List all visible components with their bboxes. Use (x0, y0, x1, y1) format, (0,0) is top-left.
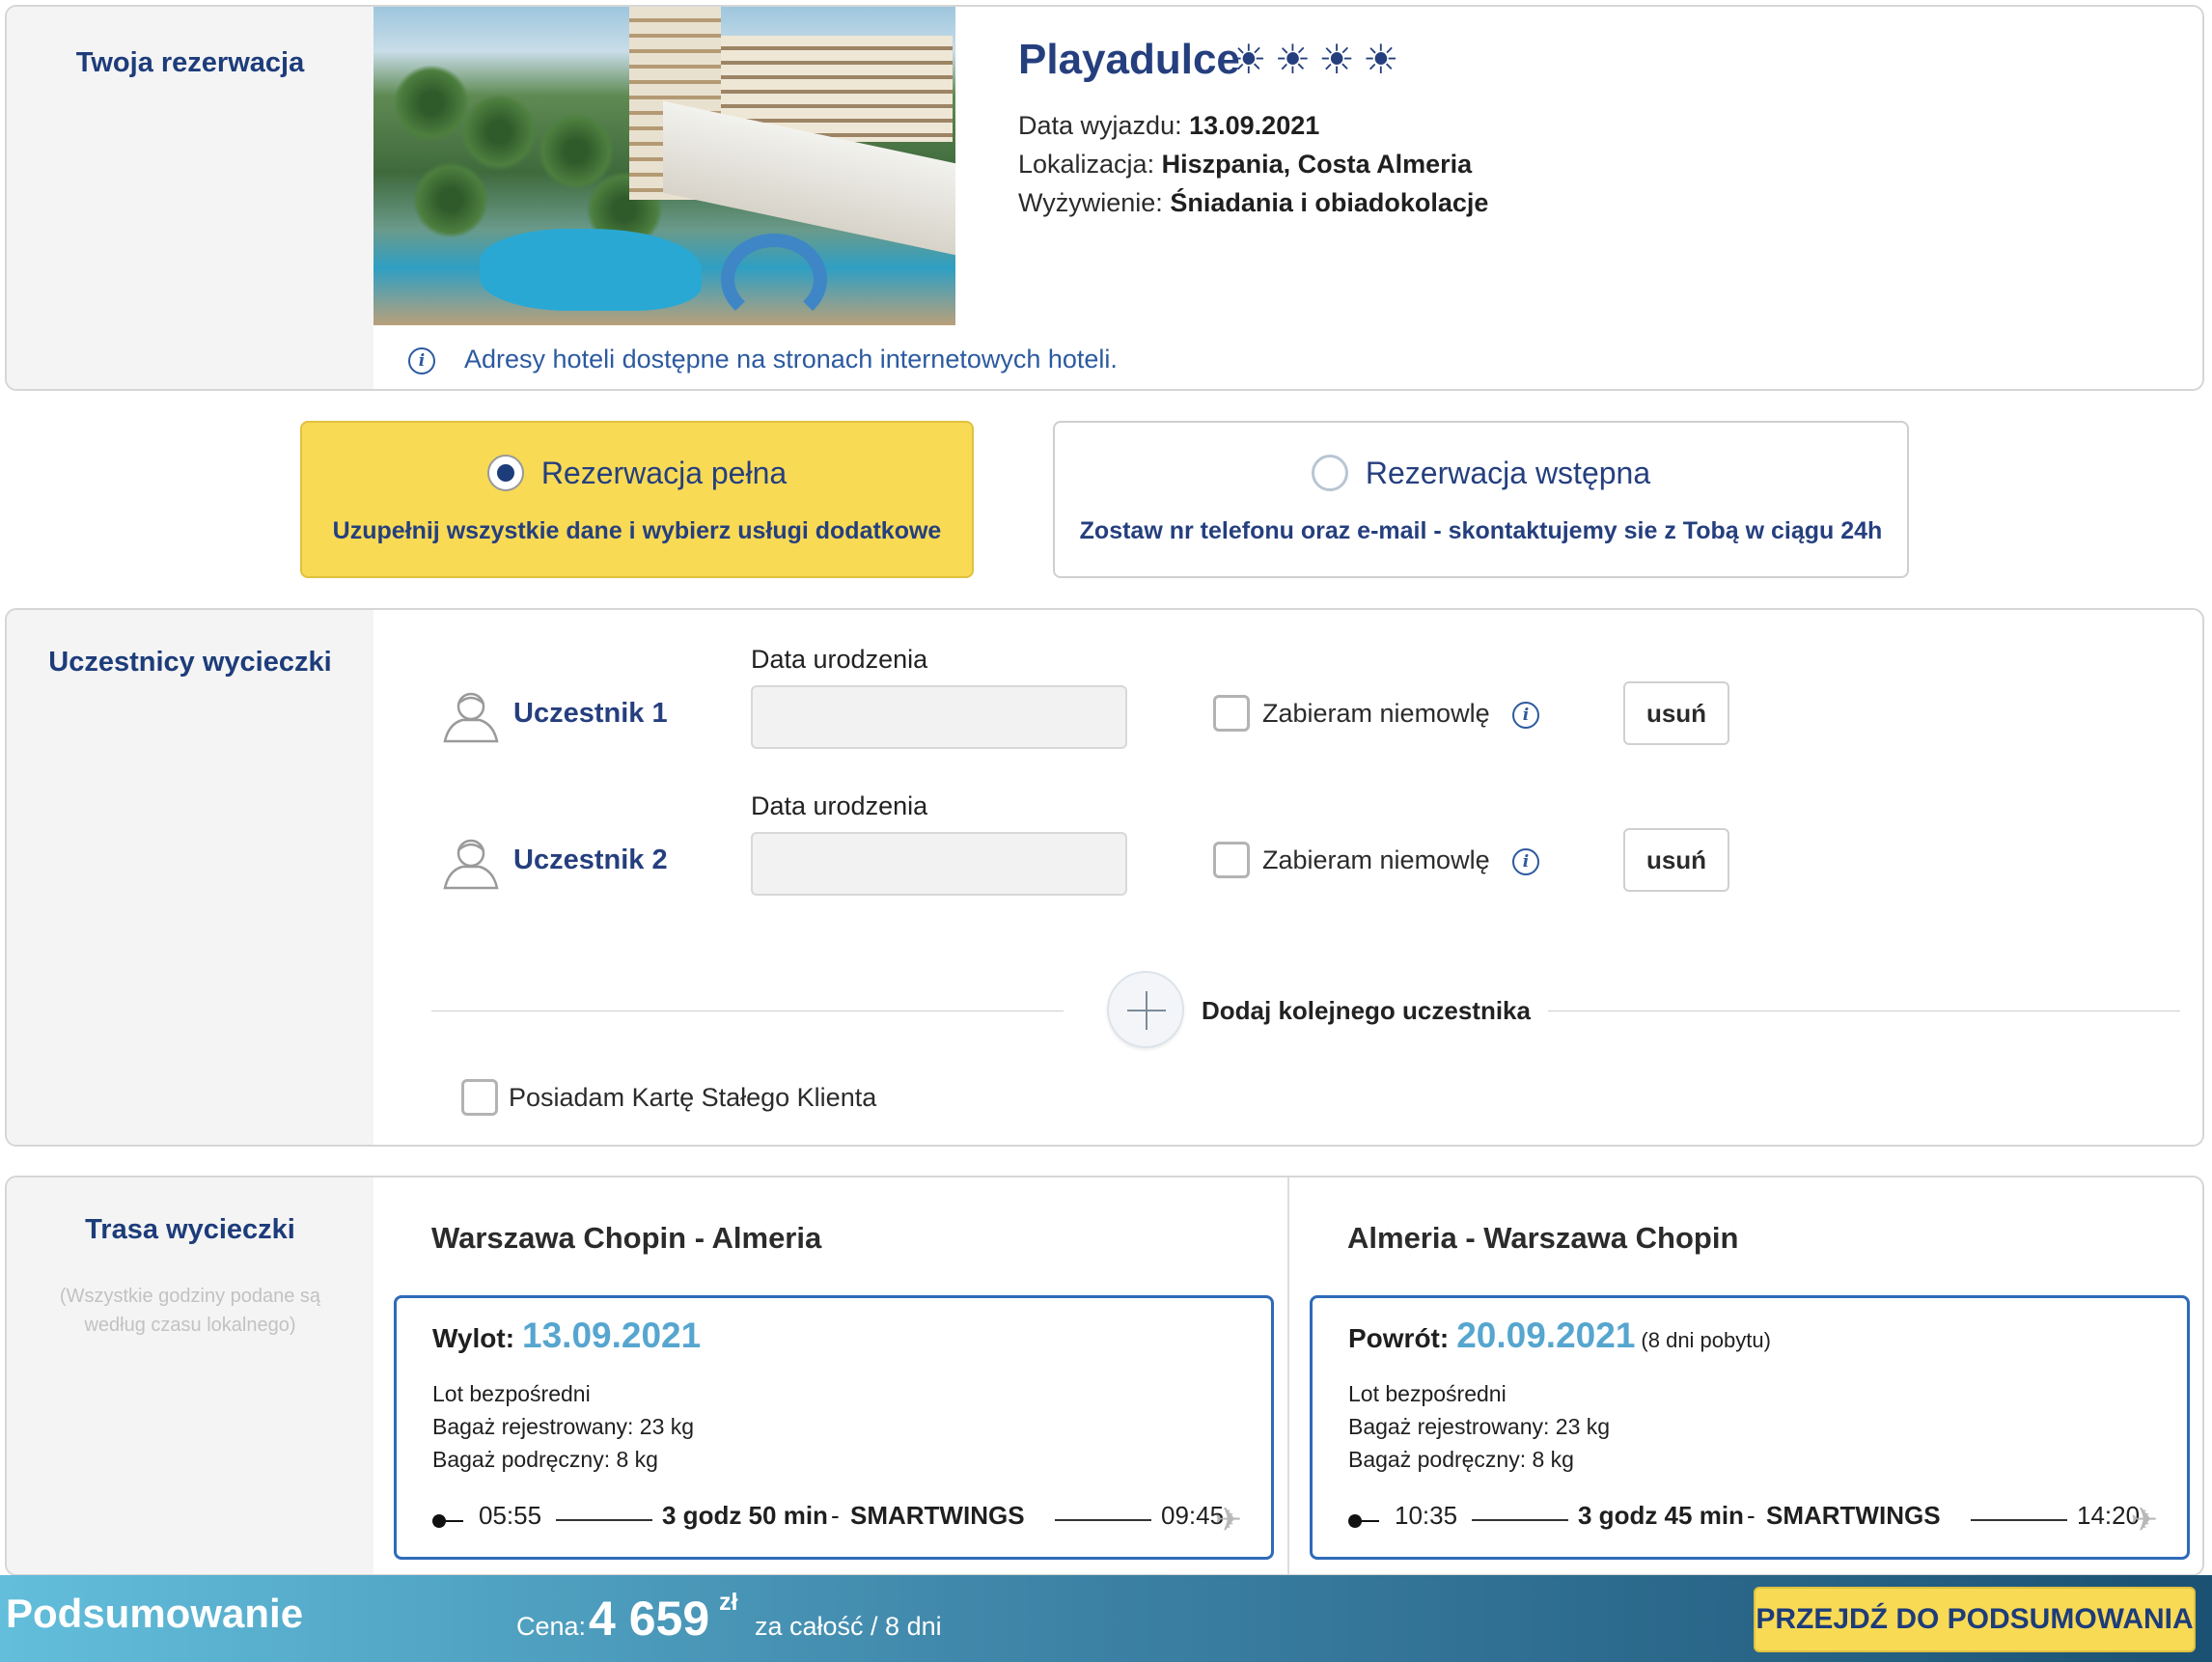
return-carrier: SMARTWINGS (1766, 1501, 1941, 1530)
return-stay-note: (8 dni pobytu) (1641, 1328, 1771, 1352)
outbound-separator: - (831, 1501, 840, 1530)
reservation-card: Twoja rezerwacja Playadulce ☀☀☀☀ Data wy… (5, 5, 2204, 391)
board-value: Śniadania i obiadokolacje (1170, 188, 1489, 217)
reservation-type-preliminary-description: Zostaw nr telefonu oraz e-mail - skontak… (1079, 517, 1883, 544)
participant-2-birth-date-input[interactable] (751, 832, 1127, 896)
reservation-type-preliminary-label: Rezerwacja wstępna (1365, 456, 1651, 490)
go-to-summary-button[interactable]: PRZEJDŹ DO PODSUMOWANIA (1754, 1587, 2196, 1652)
reservation-type-full-header: Rezerwacja pełna (302, 454, 972, 494)
return-duration: 3 godz 45 min (1578, 1501, 1744, 1530)
participant-1-infant-label: Zabieram niemowlę (1262, 699, 1490, 728)
return-checked-baggage: Bagaż rejestrowany: 23 kg (1348, 1414, 1611, 1439)
outbound-duration: 3 godz 50 min (662, 1501, 828, 1530)
reservation-type-full-option[interactable]: Rezerwacja pełna Uzupełnij wszystkie dan… (300, 421, 974, 578)
participants-sidebar: Uczestnicy wycieczki (7, 610, 373, 1145)
outbound-route-title: Warszawa Chopin - Almeria (431, 1221, 822, 1255)
outbound-hand-baggage: Bagaż podręczny: 8 kg (432, 1447, 658, 1472)
participant-1-remove-button[interactable]: usuń (1623, 681, 1729, 745)
outbound-checked-baggage: Bagaż rejestrowany: 23 kg (432, 1414, 695, 1439)
radio-unselected-icon[interactable] (1311, 454, 1348, 491)
outbound-kind-label: Wylot: (432, 1323, 515, 1353)
return-hand-baggage: Bagaż podręczny: 8 kg (1348, 1447, 1574, 1472)
participant-2-name: Uczestnik 2 (513, 845, 668, 875)
address-note: Adresy hoteli dostępne na stronach inter… (464, 345, 1118, 374)
return-dep-time: 10:35 (1395, 1501, 1458, 1530)
return-kind: Powrót: 20.09.2021 (8 dni pobytu) (1348, 1316, 1771, 1356)
return-flight-type: Lot bezpośredni (1348, 1381, 1507, 1406)
hotel-photo (373, 7, 955, 325)
add-participant-label[interactable]: Dodaj kolejnego uczestnika (1202, 996, 1531, 1026)
location-label: Lokalizacja: (1018, 150, 1155, 179)
route-sidebar: Trasa wycieczki (Wszystkie godziny podan… (7, 1177, 373, 1574)
timeline-line (556, 1519, 652, 1521)
participant-2-infant-checkbox[interactable] (1213, 842, 1250, 878)
participants-card: Uczestnicy wycieczki Uczestnik 1 Data ur… (5, 608, 2204, 1147)
radio-selected-icon[interactable] (486, 454, 524, 491)
info-icon[interactable]: i (1512, 702, 1539, 729)
loyalty-card-label: Posiadam Kartę Stałego Klienta (509, 1083, 877, 1112)
person-icon (443, 839, 499, 890)
hotel-rating-icon: ☀☀☀☀ (1230, 37, 1407, 82)
summary-title: Podsumowanie (6, 1591, 304, 1636)
participant-1-birth-date-input[interactable] (751, 685, 1127, 749)
participant-2-remove-button[interactable]: usuń (1623, 828, 1729, 892)
timeline-stub (1360, 1520, 1379, 1522)
board-line: Wyżywienie: Śniadania i obiadokolacje (1018, 188, 1488, 218)
route-section-title: Trasa wycieczki (85, 1214, 295, 1245)
reservation-type-preliminary-header: Rezerwacja wstępna (1055, 454, 1907, 494)
participant-1-name: Uczestnik 1 (513, 698, 668, 729)
location-value: Hiszpania, Costa Almeria (1161, 150, 1473, 179)
return-date: 20.09.2021 (1456, 1316, 1636, 1355)
price-note: za całość / 8 dni (755, 1612, 942, 1641)
outbound-date: 13.09.2021 (522, 1316, 702, 1355)
plane-icon: ✈ (2130, 1502, 2159, 1538)
return-route-title: Almeria - Warszawa Chopin (1347, 1221, 1739, 1255)
return-flight-box: Powrót: 20.09.2021 (8 dni pobytu) Lot bezp… (1310, 1295, 2190, 1560)
participant-1-birth-date-label: Data urodzenia (751, 645, 928, 674)
summary-bar: Podsumowanie Cena: 4 659 zł za całość / … (0, 1575, 2212, 1662)
participant-1-infant-checkbox[interactable] (1213, 695, 1250, 732)
reservation-type-full-description: Uzupełnij wszystkie dane i wybierz usług… (332, 517, 942, 544)
hotel-name: Playadulce (1018, 36, 1240, 83)
reservation-type-full-label: Rezerwacja pełna (540, 456, 788, 490)
location-line: Lokalizacja: Hiszpania, Costa Almeria (1018, 150, 1472, 180)
participant-2-birth-date-label: Data urodzenia (751, 791, 928, 820)
departure-date-line: Data wyjazdu: 13.09.2021 (1018, 111, 1319, 141)
board-label: Wyżywienie: (1018, 188, 1163, 217)
return-separator: - (1747, 1501, 1756, 1530)
timeline-line (1971, 1519, 2067, 1521)
add-participant-button[interactable] (1107, 971, 1184, 1048)
participants-section-title: Uczestnicy wycieczki (48, 647, 332, 678)
participant-2-infant-label: Zabieram niemowlę (1262, 845, 1490, 874)
outbound-flight-box: Wylot: 13.09.2021 Lot bezpośredni Bagaż r… (394, 1295, 1274, 1560)
outbound-timeline: 05:55 3 godz 50 min - SMARTWINGS 09:45 ✈ (432, 1501, 1243, 1538)
reservation-type-preliminary-option[interactable]: Rezerwacja wstępna Zostaw nr telefonu or… (1053, 421, 1909, 578)
timeline-line (1055, 1519, 1151, 1521)
price-value: 4 659 (589, 1592, 710, 1646)
departure-label: Data wyjazdu: (1018, 111, 1182, 140)
route-divider (1287, 1177, 1289, 1574)
price-label: Cena: (516, 1612, 587, 1641)
timeline-stub (444, 1520, 463, 1522)
info-icon: i (408, 347, 435, 374)
outbound-flight-type: Lot bezpośredni (432, 1381, 591, 1406)
outbound-dep-time: 05:55 (479, 1501, 542, 1530)
return-kind-label: Powrót: (1348, 1323, 1450, 1353)
loyalty-card-checkbox[interactable] (461, 1079, 498, 1116)
route-card: Trasa wycieczki (Wszystkie godziny podan… (5, 1176, 2204, 1576)
plane-icon: ✈ (1214, 1502, 1243, 1538)
outbound-carrier: SMARTWINGS (850, 1501, 1025, 1530)
route-timezone-note: (Wszystkie godziny podane są według czas… (59, 1286, 321, 1336)
info-icon[interactable]: i (1512, 848, 1539, 875)
departure-value: 13.09.2021 (1189, 111, 1320, 140)
person-icon (443, 692, 499, 743)
reservation-sidebar: Twoja rezerwacja (7, 7, 373, 389)
outbound-kind: Wylot: 13.09.2021 (432, 1316, 706, 1356)
price-currency: zł (719, 1589, 738, 1616)
timeline-line (1472, 1519, 1568, 1521)
return-timeline: 10:35 3 godz 45 min - SMARTWINGS 14:20 ✈ (1348, 1501, 2159, 1538)
reservation-section-title: Twoja rezerwacja (75, 47, 305, 78)
